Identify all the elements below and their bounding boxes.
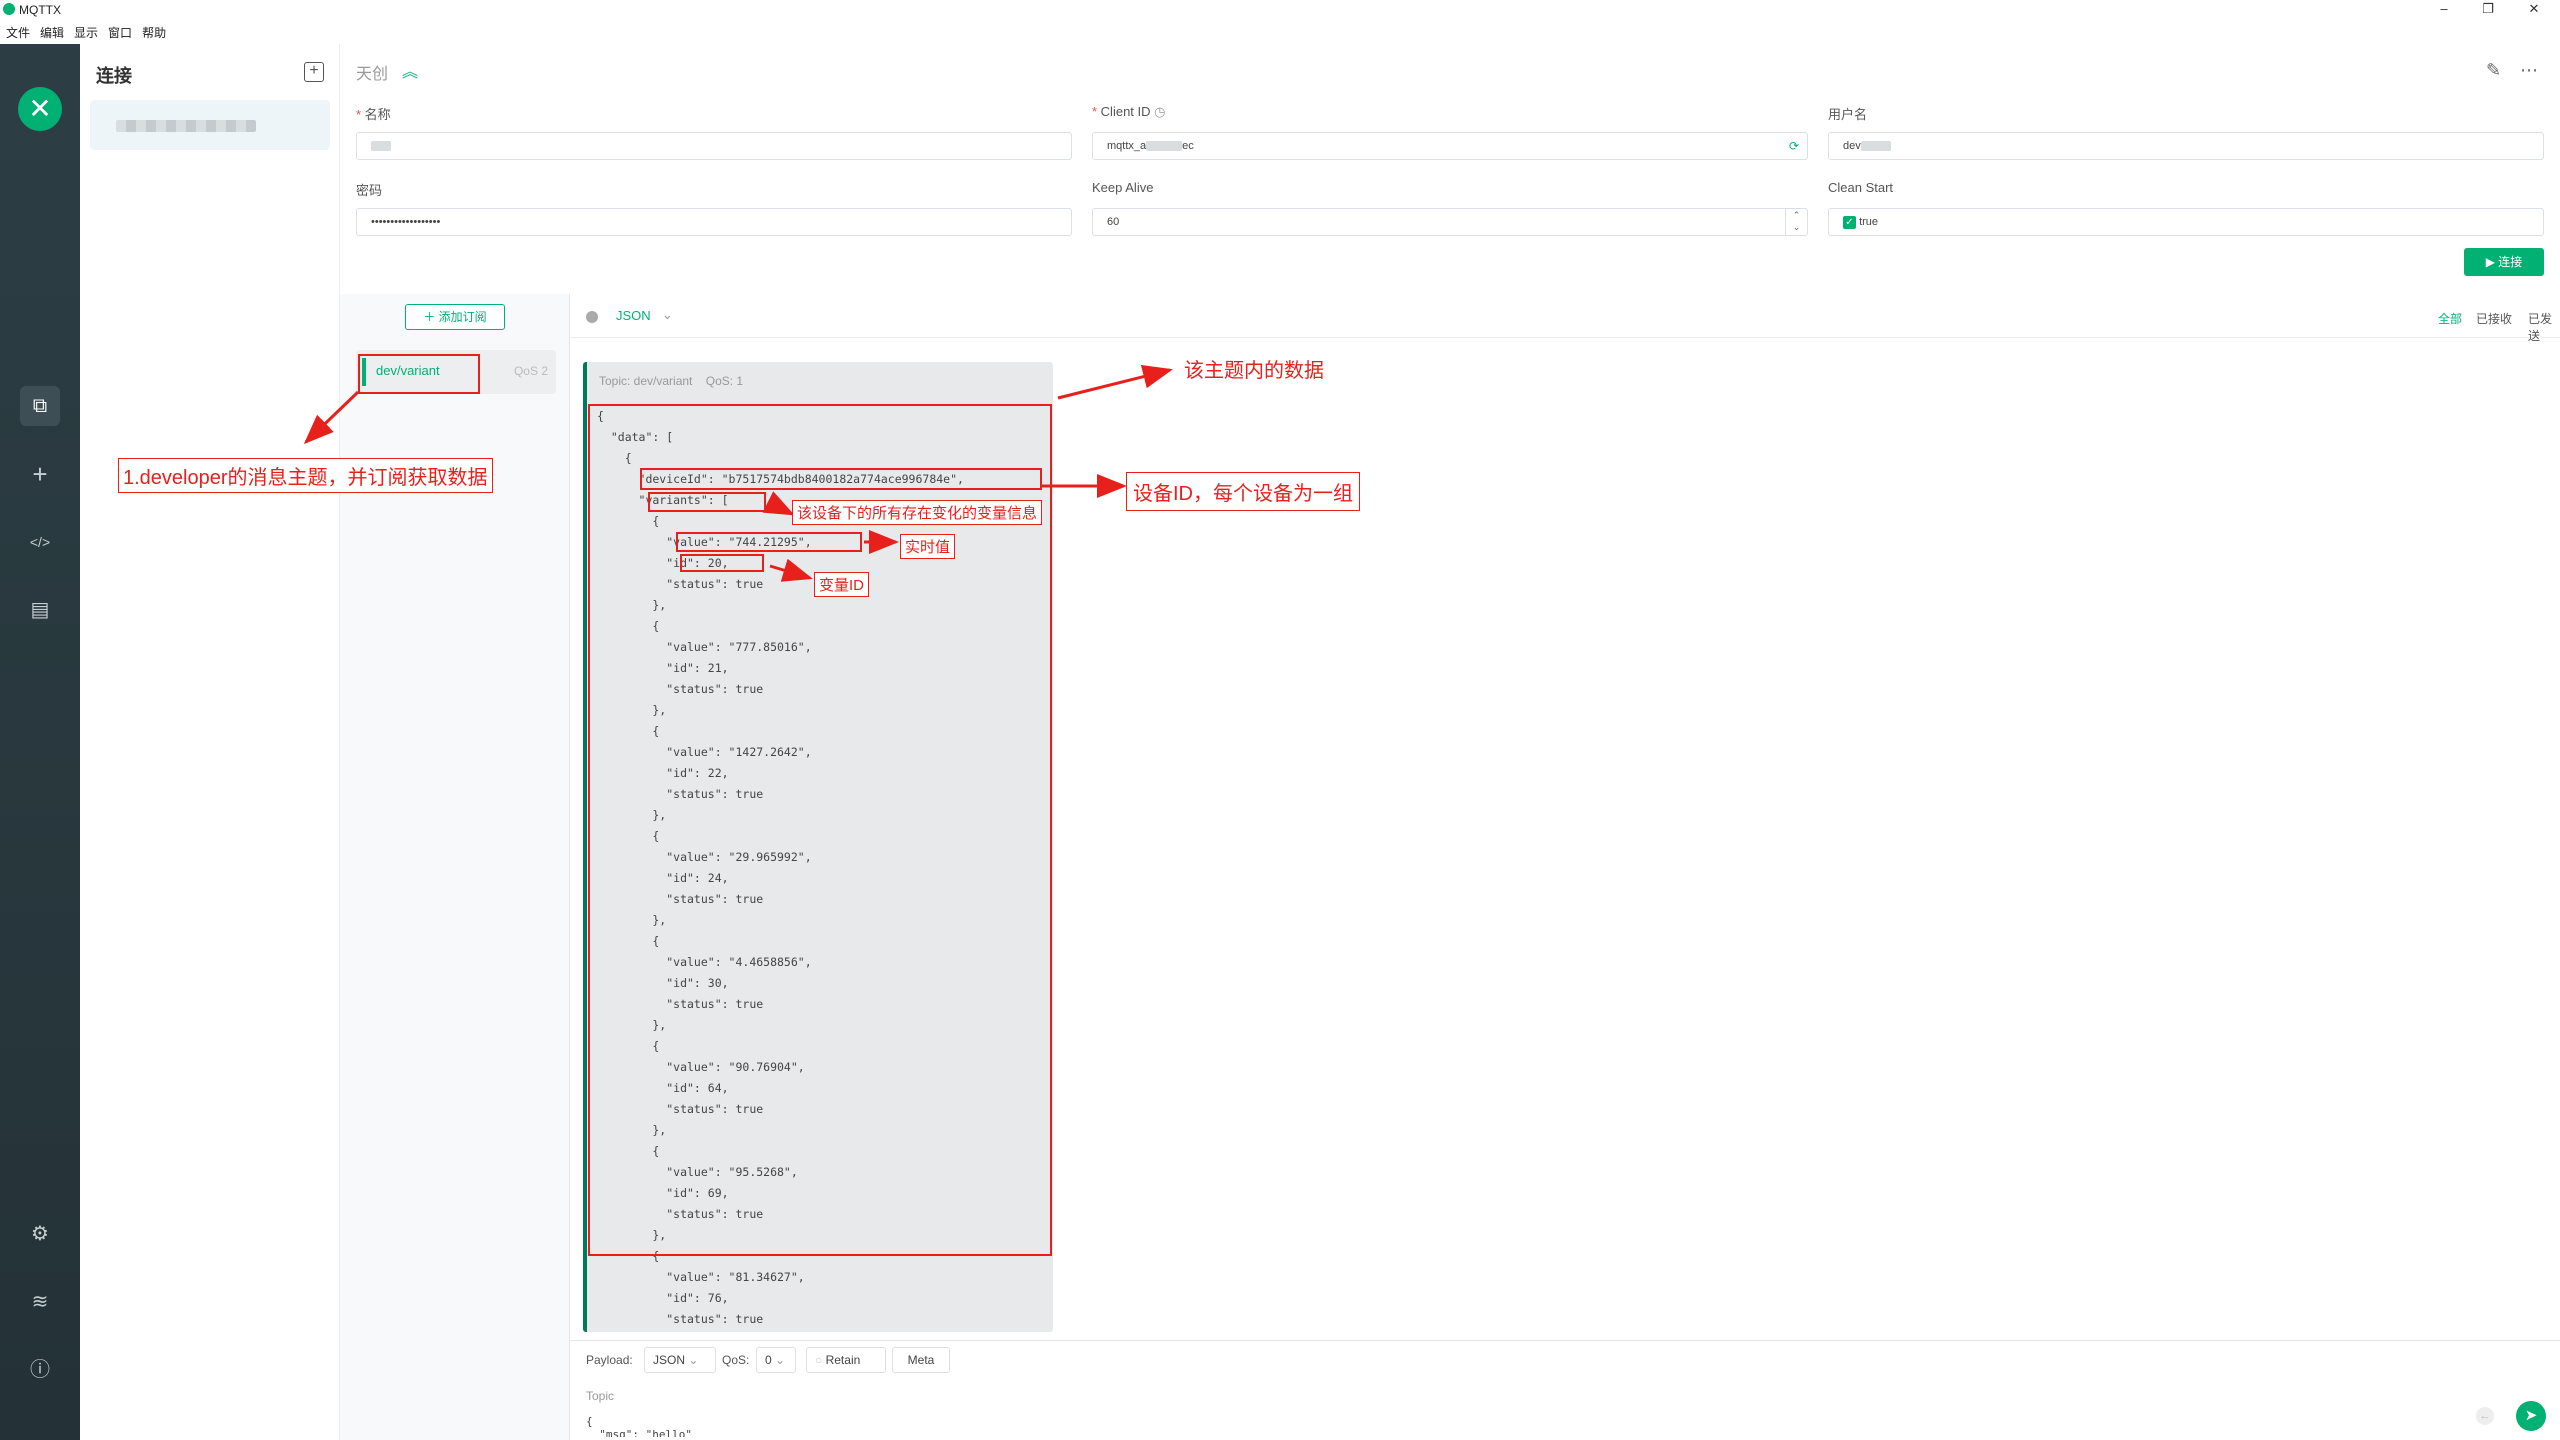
stepper-icon[interactable]: ⌃ ⌄ [1785,209,1807,235]
publish-composer: Payload: JSON ⌄ QoS: 0 ⌄ ○ Retain Meta T… [570,1340,2560,1440]
restore-icon[interactable]: ❐ [2468,0,2508,18]
retain-toggle[interactable]: ○ Retain [806,1347,886,1373]
message-meta: Topic: dev/variant QoS: 1 [599,374,744,388]
annotation-topic-note: 1.developer的消息主题，并订阅获取数据 [118,458,493,493]
status-dot-icon [586,311,598,323]
name-field[interactable] [356,132,1072,160]
connections-panel: 连接 + [80,44,340,1440]
feed-icon[interactable]: ≋ [20,1282,60,1322]
message-toolbar: JSON ⌄ 全部 已接收 已发送 [570,294,2560,343]
menu-view[interactable]: 显示 [74,26,98,40]
annotation-value-note: 实时值 [900,534,956,559]
keepalive-label: Keep Alive [1092,180,1154,195]
client-id-label: * Client ID ◷ [1092,104,1166,119]
minimize-icon[interactable]: – [2424,0,2464,18]
annotation-deviceid-note: 设备ID，每个设备为一组 [1126,472,1360,511]
annotation-box-deviceid [640,468,1042,490]
menu-bar: 文件 编辑 显示 窗口 帮助 [0,24,170,42]
connections-icon[interactable]: ⧉ [20,386,60,426]
payload-editor[interactable]: { "msg": "hello" [586,1415,692,1437]
connection-name-blurred [116,120,256,132]
app-logo-icon [3,3,15,15]
script-icon[interactable]: </> [20,522,60,562]
mqttx-brand-icon: ✕ [18,87,62,131]
new-connection-icon[interactable]: + [20,454,60,494]
collapse-icon[interactable]: ︽ [402,58,418,82]
send-icon[interactable]: ➤ [2516,1401,2546,1431]
payload-label: Payload: [586,1353,633,1367]
cleanstart-label: Clean Start [1828,180,1894,195]
qos-select[interactable]: 0 ⌄ [756,1347,796,1373]
connection-title: 天创 [356,66,389,83]
app-sidebar: ✕ ⧉ + </> ▤ ⚙ ≋ ⓘ [0,44,80,1440]
name-label: * 名称 [356,107,391,122]
checkbox-icon[interactable]: ✓ [1843,215,1856,229]
menu-help[interactable]: 帮助 [142,26,166,40]
client-id-field[interactable]: mqttx_a ec ⟳ [1092,132,1808,160]
subscription-qos: QoS 2 [513,364,548,378]
window-title: MQTTX [19,3,61,17]
menu-file[interactable]: 文件 [6,26,30,40]
connections-header: 连接 [96,66,132,86]
annotation-variants-note: 该设备下的所有存在变化的变量信息 [792,500,1043,525]
filter-received[interactable]: 已接收 [2476,310,2512,327]
topic-input[interactable]: Topic [586,1389,614,1403]
annotation-box-variants [648,492,766,512]
add-connection-icon[interactable]: + [304,62,324,82]
username-field[interactable]: dev [1828,132,2544,160]
refresh-icon[interactable]: ⟳ [1789,133,1799,159]
edit-icon[interactable]: ✎ [2486,60,2501,81]
menu-window[interactable]: 窗口 [108,26,132,40]
format-select[interactable]: JSON [616,308,651,323]
add-subscription-button[interactable]: ＋ 添加订阅 [405,304,505,330]
annotation-box-value [676,532,862,552]
retain-radio-icon: ○ [815,1353,823,1367]
qos-label: QoS: [722,1353,750,1367]
payload-select[interactable]: JSON ⌄ [644,1347,716,1373]
annotation-data-note: 该主题内的数据 [1184,354,1324,383]
password-field[interactable]: •••••••••••••••••• [356,208,1072,236]
annotation-id-note: 变量ID [814,572,870,597]
title-bar: MQTTX – ❐ ✕ [0,0,2560,18]
chevron-down-icon[interactable]: ⌄ [662,307,673,323]
annotation-box-topic [358,354,480,394]
prev-icon[interactable]: ← [2476,1407,2494,1425]
more-icon[interactable]: ⋯ [2520,60,2538,81]
settings-icon[interactable]: ⚙ [20,1214,60,1254]
filter-all[interactable]: 全部 [2438,310,2462,327]
connect-button[interactable]: ▶ 连接 [2464,248,2544,276]
meta-button[interactable]: Meta [892,1347,950,1373]
cleanstart-field[interactable]: ✓ true [1828,208,2544,236]
annotation-box-id [680,554,764,572]
close-icon[interactable]: ✕ [2514,0,2554,18]
username-label: 用户名 [1828,107,1868,122]
connection-item[interactable] [90,100,330,150]
keepalive-field[interactable]: 60 ⌃ ⌄ [1092,208,1808,236]
password-label: 密码 [356,183,383,198]
menu-edit[interactable]: 编辑 [40,26,64,40]
log-icon[interactable]: ▤ [20,590,60,630]
filter-sent[interactable]: 已发送 [2528,310,2560,344]
about-icon[interactable]: ⓘ [20,1350,60,1390]
